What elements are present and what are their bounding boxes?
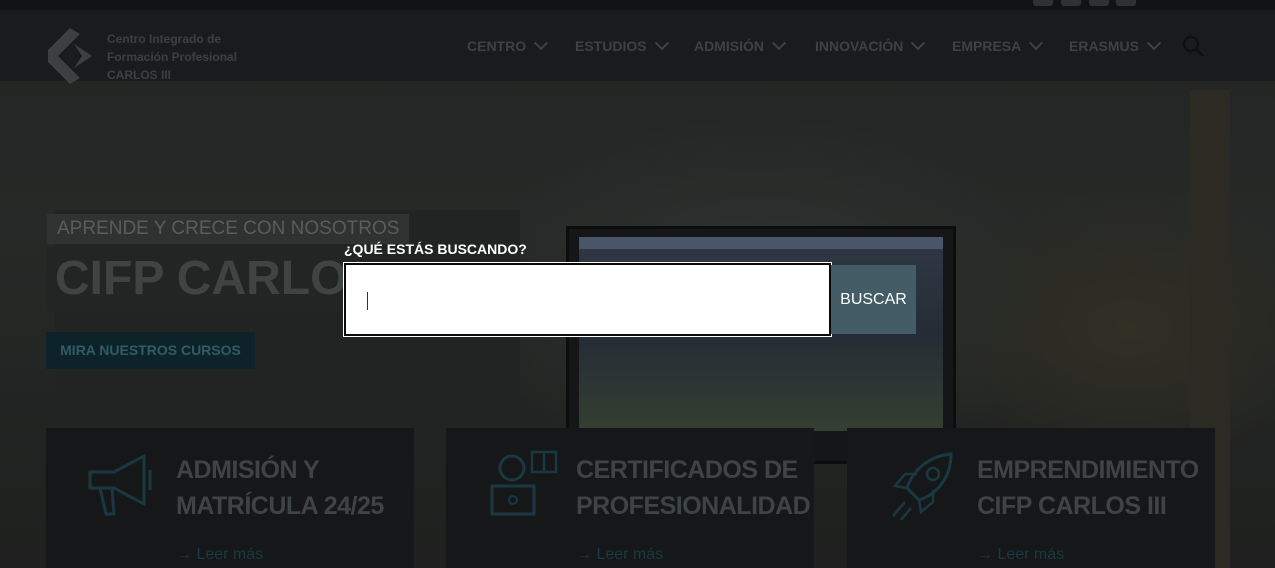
search-label: ¿QUÉ ESTÁS BUSCANDO? xyxy=(344,241,527,257)
text-cursor xyxy=(367,292,368,310)
search-button[interactable]: BUSCAR xyxy=(831,265,916,334)
search-input[interactable] xyxy=(344,263,831,336)
